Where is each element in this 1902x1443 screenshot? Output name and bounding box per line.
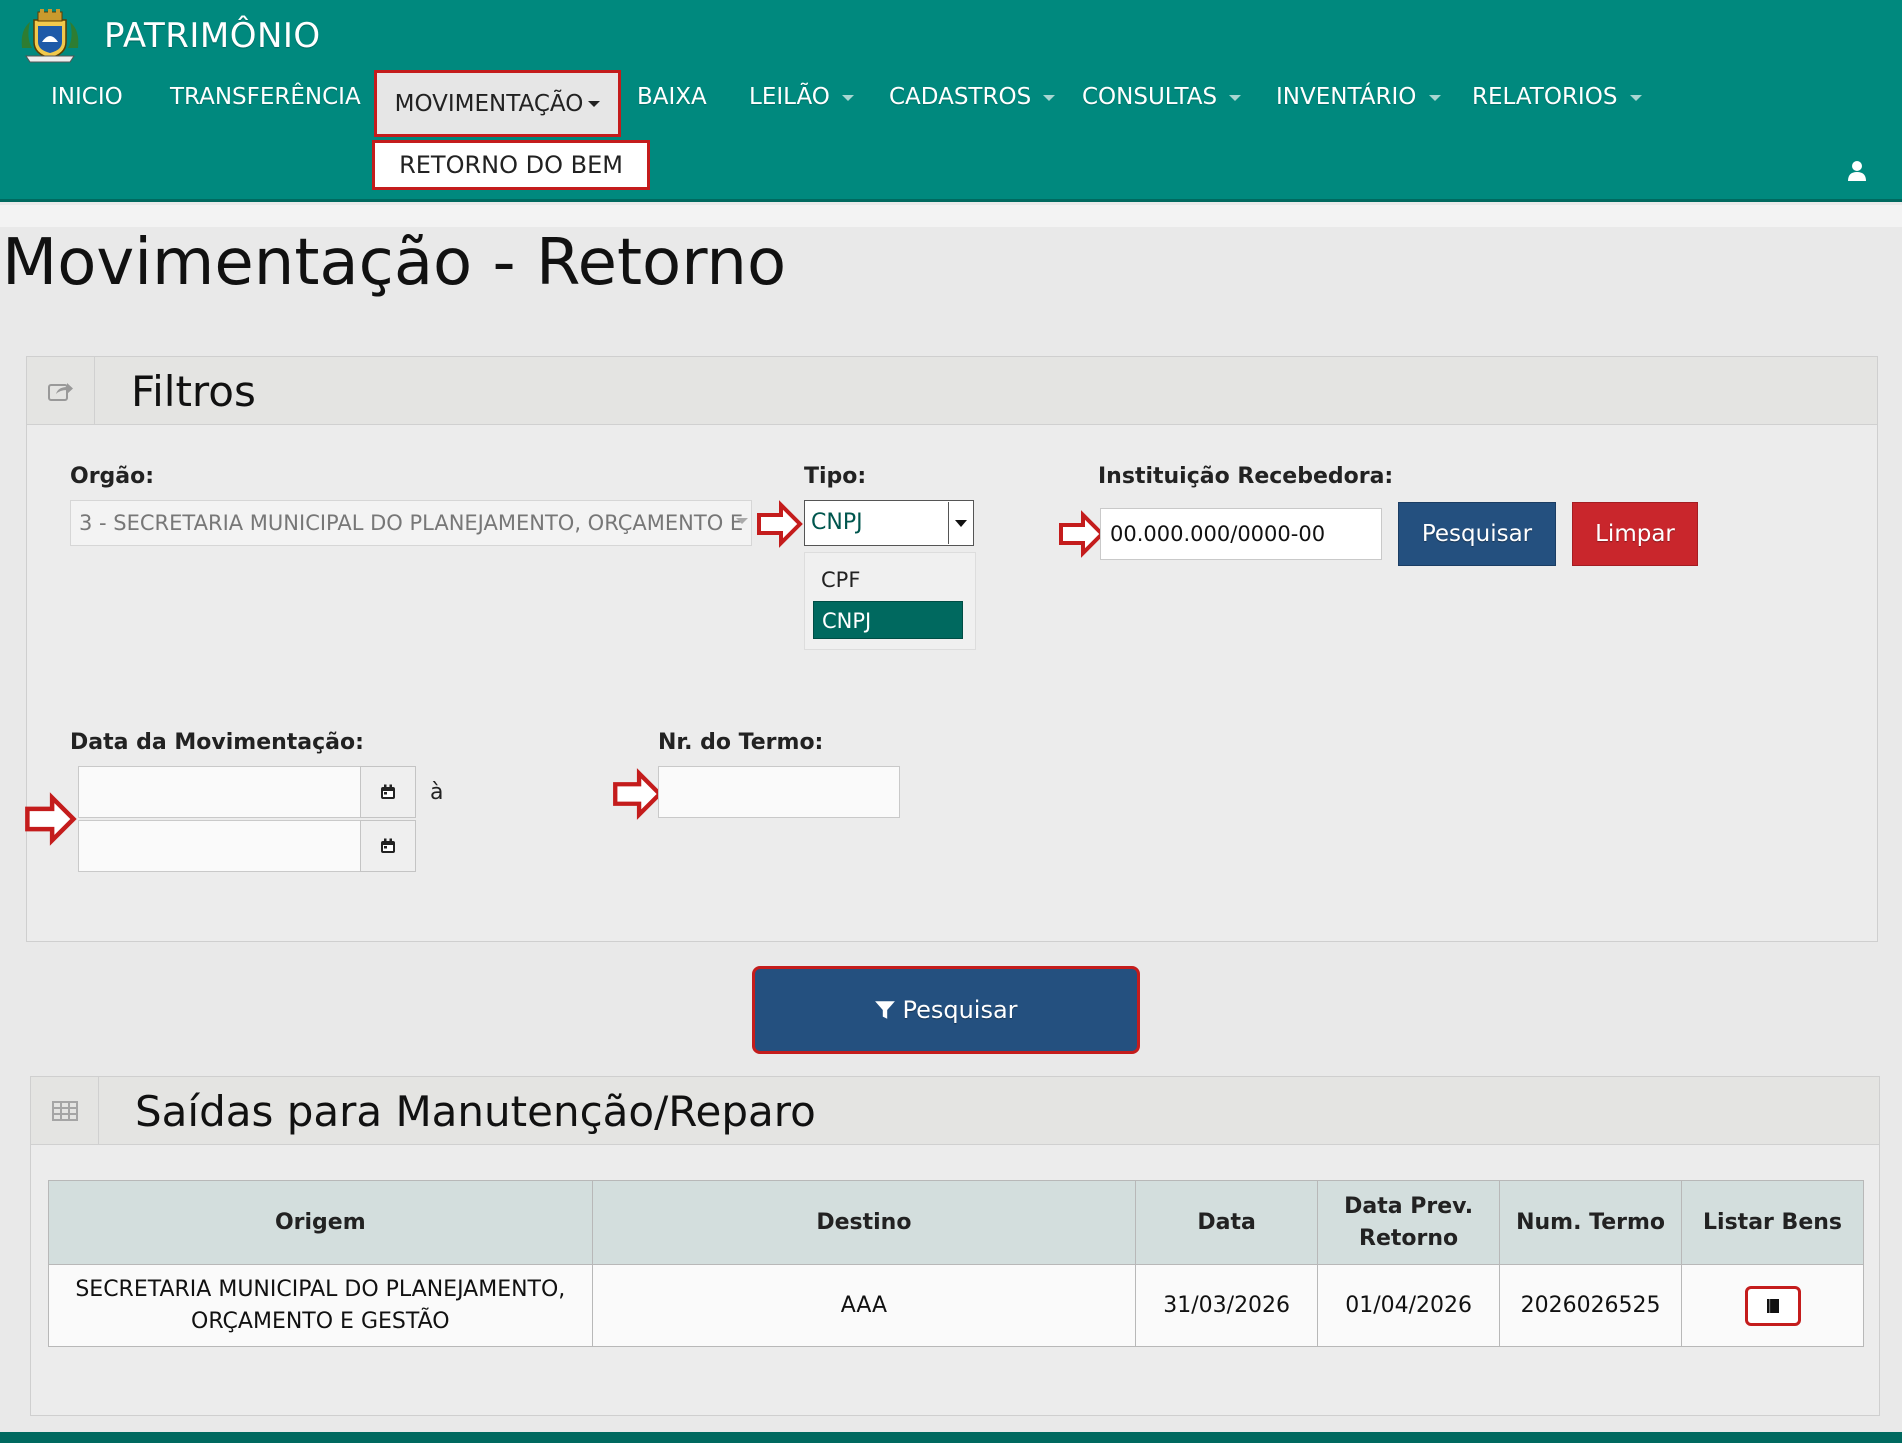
table-icon <box>31 1077 99 1145</box>
nav-item-label: RELATORIOS <box>1472 84 1618 110</box>
city-crest-logo <box>18 8 82 64</box>
data-inicio-input[interactable] <box>78 766 361 818</box>
caret-down-icon <box>588 100 601 107</box>
cell-destino: AAA <box>591 1264 1137 1347</box>
nav-item-inventario[interactable]: INVENTÁRIO <box>1276 84 1441 110</box>
limpar-button[interactable]: Limpar <box>1572 502 1698 566</box>
nav-item-inicio[interactable]: INICIO <box>51 84 123 110</box>
chevron-down-icon <box>736 518 748 524</box>
calendar-icon[interactable] <box>360 820 416 872</box>
column-header-data[interactable]: Data <box>1135 1180 1319 1265</box>
filters-panel-header: Filtros <box>27 357 1877 425</box>
navbar-bottom-strip <box>0 205 1902 227</box>
nr-termo-input[interactable] <box>658 766 900 818</box>
data-movimentacao-label: Data da Movimentação: <box>70 730 364 755</box>
results-panel-header: Saídas para Manutenção/Reparo <box>31 1077 1879 1145</box>
tipo-label: Tipo: <box>804 464 867 489</box>
caret-down-icon <box>1229 94 1242 101</box>
nav-item-label: BAIXA <box>637 84 707 110</box>
cell-listar-bens <box>1681 1264 1864 1347</box>
caret-down-icon <box>842 94 855 101</box>
annotation-arrow-icon <box>25 792 77 846</box>
caret-down-icon <box>1043 94 1056 101</box>
nav-item-label: CADASTROS <box>889 84 1032 110</box>
nav-item-consultas[interactable]: CONSULTAS <box>1082 84 1242 110</box>
orgao-label: Orgão: <box>70 464 155 489</box>
nav-item-label: INICIO <box>51 84 123 110</box>
orgao-select[interactable]: 3 - SECRETARIA MUNICIPAL DO PLANEJAMENTO… <box>70 500 752 546</box>
date-range-separator: à <box>430 780 444 805</box>
results-table: Origem Destino Data Data Prev. Retorno N… <box>48 1180 1864 1347</box>
brand[interactable]: PATRIMÔNIO <box>18 6 321 66</box>
book-icon <box>1766 1298 1779 1313</box>
caret-down-icon <box>1629 94 1642 101</box>
caret-down-icon <box>1428 94 1441 101</box>
footer-line <box>0 1432 1902 1443</box>
filter-icon <box>875 1001 896 1019</box>
tipo-option-cpf[interactable]: CPF <box>813 561 963 599</box>
dropdown-item-retorno-do-bem[interactable]: RETORNO DO BEM <box>372 140 650 190</box>
annotation-arrow-icon <box>757 500 803 548</box>
tipo-option-cnpj[interactable]: CNPJ <box>813 601 963 639</box>
annotation-arrow-icon <box>1059 510 1105 558</box>
pesquisar-label: Pesquisar <box>902 996 1018 1024</box>
data-fim-input[interactable] <box>78 820 361 872</box>
instituicao-input[interactable] <box>1100 508 1382 560</box>
pesquisar-instituicao-button[interactable]: Pesquisar <box>1398 502 1556 566</box>
nav-item-label: LEILÃO <box>749 84 830 110</box>
nav-item-cadastros[interactable]: CADASTROS <box>889 84 1056 110</box>
listar-bens-button[interactable] <box>1744 1285 1801 1326</box>
nav-item-relatorios[interactable]: RELATORIOS <box>1472 84 1642 110</box>
tipo-options-list: CPF CNPJ <box>804 552 976 650</box>
cell-origem: SECRETARIA MUNICIPAL DO PLANEJAMENTO, OR… <box>48 1264 593 1347</box>
nav-item-label: TRANSFERÊNCIA <box>170 84 361 110</box>
share-icon[interactable] <box>27 357 95 425</box>
column-header-num-termo[interactable]: Num. Termo <box>1499 1180 1683 1265</box>
filters-title: Filtros <box>131 367 256 416</box>
nav-item-baixa[interactable]: BAIXA <box>637 84 707 110</box>
nav-item-label: CONSULTAS <box>1082 84 1218 110</box>
top-navbar: PATRIMÔNIO INICIO TRANSFERÊNCIA MOVIMENT… <box>0 0 1902 202</box>
app-title: PATRIMÔNIO <box>104 16 321 56</box>
user-icon[interactable] <box>1846 160 1868 182</box>
cell-data: 31/03/2026 <box>1135 1264 1319 1347</box>
column-header-listar-bens: Listar Bens <box>1681 1180 1864 1265</box>
column-header-origem[interactable]: Origem <box>48 1180 593 1265</box>
nav-item-label: INVENTÁRIO <box>1276 84 1417 110</box>
nav-item-movimentacao[interactable]: MOVIMENTAÇÃO <box>374 70 621 137</box>
column-header-data-prev-retorno[interactable]: Data Prev. Retorno <box>1317 1180 1501 1265</box>
instituicao-label: Instituição Recebedora: <box>1098 464 1394 489</box>
nav-item-leilao[interactable]: LEILÃO <box>749 84 855 110</box>
table-row: SECRETARIA MUNICIPAL DO PLANEJAMENTO, OR… <box>48 1264 1864 1347</box>
nav-item-label: MOVIMENTAÇÃO <box>394 90 584 117</box>
column-header-destino[interactable]: Destino <box>591 1180 1137 1265</box>
dropdown-toggle-icon[interactable] <box>948 502 972 544</box>
page-title: Movimentação - Retorno <box>2 226 787 300</box>
calendar-icon[interactable] <box>360 766 416 818</box>
dropdown-item-label: RETORNO DO BEM <box>399 151 623 179</box>
results-title: Saídas para Manutenção/Reparo <box>135 1087 816 1136</box>
pesquisar-button[interactable]: Pesquisar <box>752 966 1140 1054</box>
nr-termo-label: Nr. do Termo: <box>658 730 824 755</box>
cell-num-termo: 2026026525 <box>1499 1264 1683 1347</box>
table-header-row: Origem Destino Data Data Prev. Retorno N… <box>48 1180 1864 1265</box>
annotation-arrow-icon <box>613 768 663 820</box>
cell-data-prev: 01/04/2026 <box>1317 1264 1501 1347</box>
nav-item-transferencia[interactable]: TRANSFERÊNCIA <box>170 84 361 110</box>
